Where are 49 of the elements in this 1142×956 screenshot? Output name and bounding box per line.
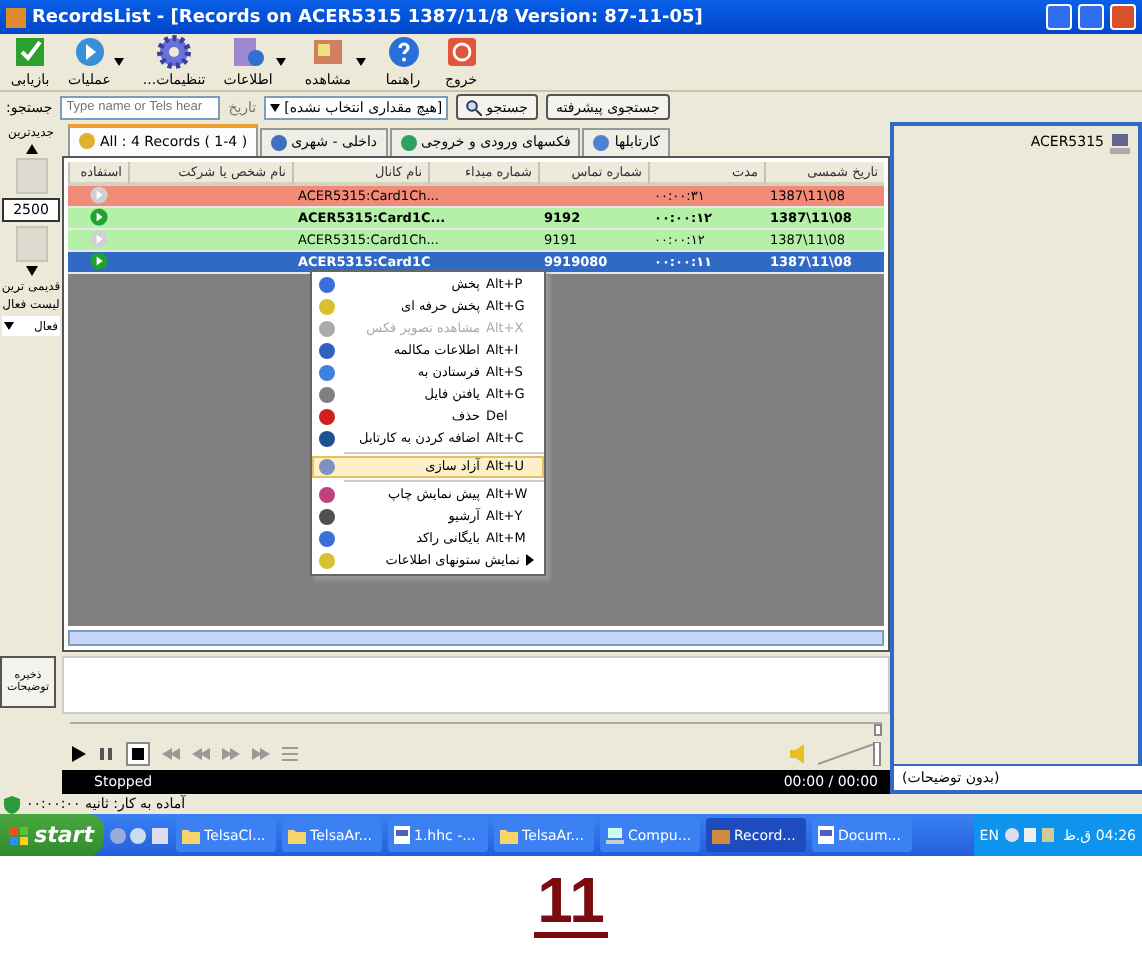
down-arrow-icon[interactable] xyxy=(25,266,37,276)
volume-thumb[interactable] xyxy=(873,741,881,766)
caret-icon xyxy=(276,57,287,65)
rewind-icon[interactable] xyxy=(192,747,210,760)
close-button[interactable] xyxy=(1110,4,1136,30)
tab-icon xyxy=(269,133,288,152)
tab-icon xyxy=(592,133,611,152)
start-button[interactable]: start xyxy=(0,814,104,856)
horizontal-scrollbar[interactable] xyxy=(68,629,884,646)
shield-icon xyxy=(4,795,20,813)
notes-field[interactable] xyxy=(62,655,890,715)
info-icon xyxy=(228,34,269,70)
computer-icon xyxy=(606,827,624,843)
tab-icon xyxy=(78,132,96,151)
computer-icon xyxy=(1110,134,1130,154)
folder-icon xyxy=(288,827,306,843)
skip-back-icon[interactable] xyxy=(162,747,180,760)
search-icon xyxy=(466,99,483,115)
gear-icon xyxy=(154,34,195,70)
pause-icon[interactable] xyxy=(98,745,114,762)
box-icon xyxy=(712,827,730,843)
play-icon[interactable] xyxy=(70,745,86,762)
up-arrow-icon[interactable] xyxy=(25,144,37,154)
submenu-arrow-icon xyxy=(526,554,534,567)
volume-slider[interactable] xyxy=(818,741,882,766)
app-icon xyxy=(6,7,26,27)
caret-icon xyxy=(4,322,14,330)
restore-button[interactable] xyxy=(1078,4,1104,30)
folder-icon xyxy=(182,827,200,843)
caret-icon xyxy=(270,103,281,111)
stop-icon[interactable] xyxy=(126,741,150,766)
caret-icon xyxy=(355,57,366,65)
quick-launch-icons[interactable] xyxy=(110,825,170,845)
page-number: 11 xyxy=(533,868,609,938)
fast-forward-icon[interactable] xyxy=(222,747,240,760)
window-title: RecordsList - [Records on ACER5315 1387/11/8 Version: 87-11-05] xyxy=(32,7,705,27)
skip-forward-icon[interactable] xyxy=(252,747,270,760)
seek-thumb[interactable] xyxy=(874,724,882,737)
help-icon xyxy=(383,34,424,70)
caret-icon xyxy=(114,57,125,65)
document-icon xyxy=(818,826,834,844)
folder-icon xyxy=(500,827,518,843)
playlist-icon[interactable] xyxy=(282,745,298,762)
windows-flag-icon xyxy=(10,825,29,845)
minimize-button[interactable] xyxy=(1046,4,1072,30)
tab-icon xyxy=(399,133,418,152)
checkmark-icon xyxy=(10,34,50,70)
document-icon xyxy=(394,826,410,844)
tray-icons[interactable] xyxy=(1004,826,1057,844)
